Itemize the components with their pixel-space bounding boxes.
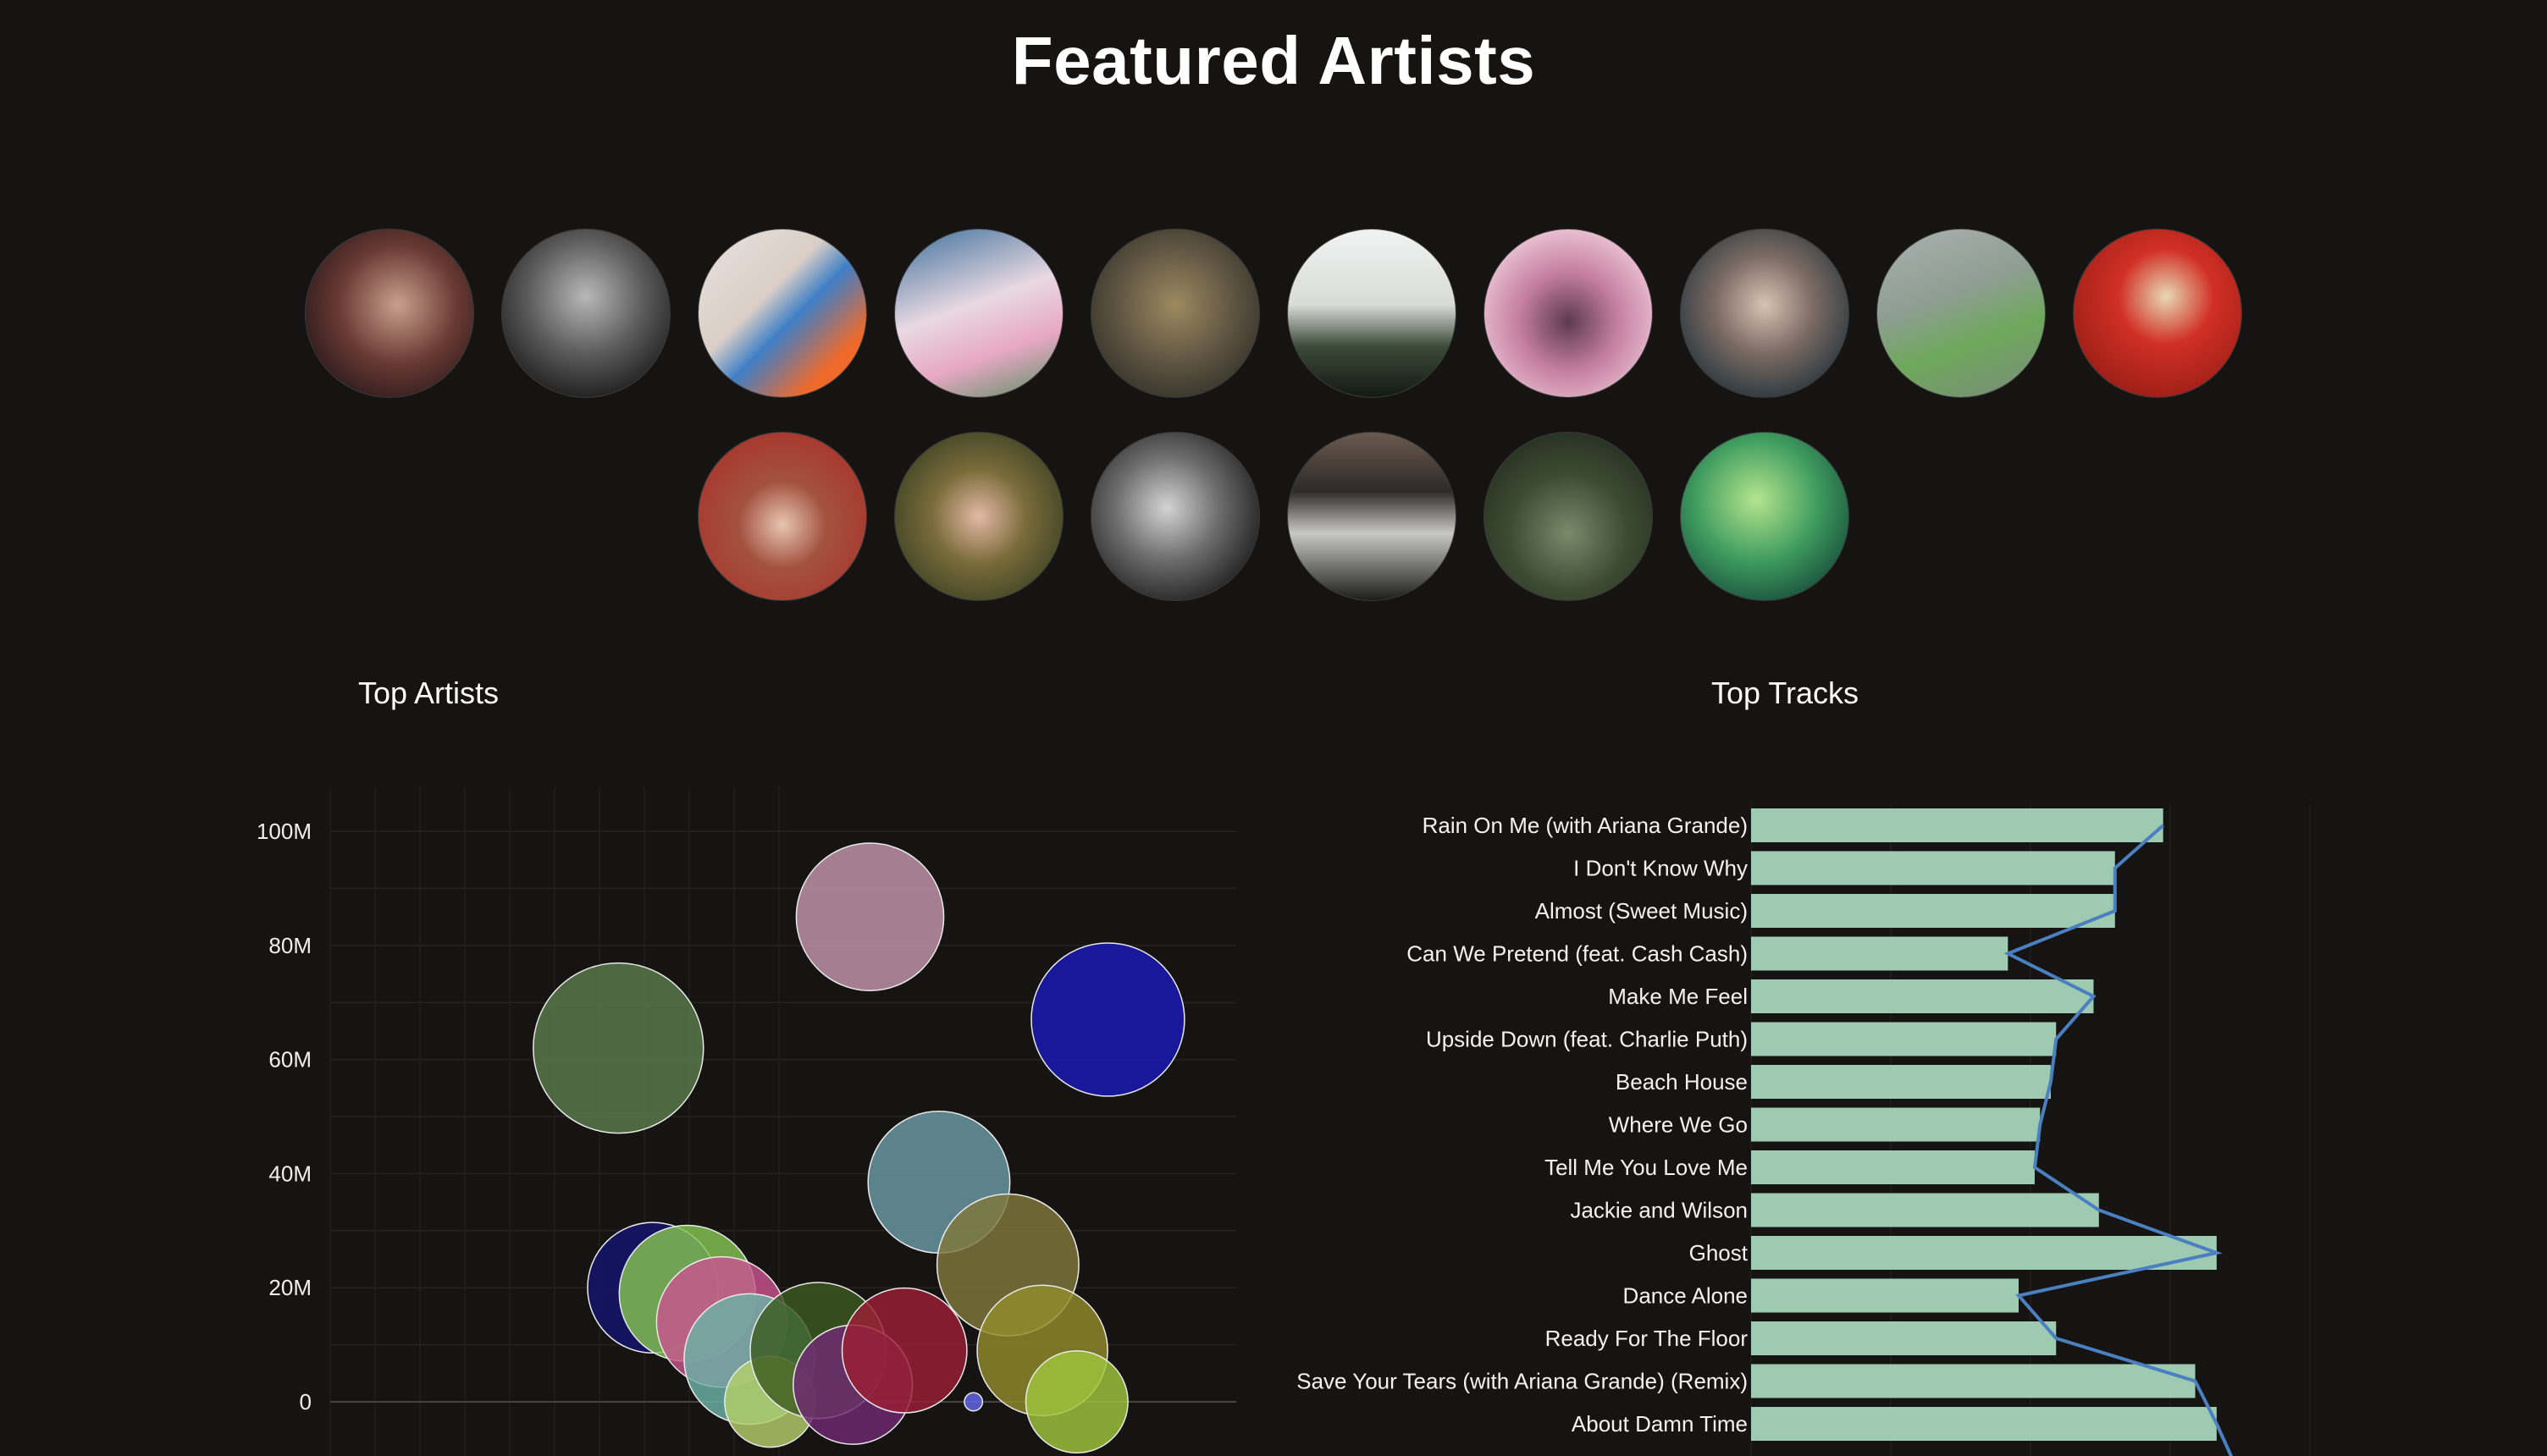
track-label: Ready For The Floor <box>1545 1326 1749 1351</box>
y-axis-ticks: 0 20M 40M 60M 80M 100M <box>257 819 312 1415</box>
track-label: Make Me Feel <box>1608 984 1748 1009</box>
top-artists-title: Top Artists <box>357 676 500 710</box>
artist-bubble[interactable] <box>533 962 704 1134</box>
artist-avatar-row-1 <box>0 229 2547 398</box>
track-bar[interactable] <box>1751 1278 2019 1313</box>
artist-avatar-1[interactable] <box>305 229 474 398</box>
artist-avatar-6[interactable] <box>1287 229 1456 398</box>
artist-bubble[interactable] <box>1025 1349 1129 1454</box>
track-bar[interactable] <box>1751 979 2094 1013</box>
track-label: Upside Down (feat. Charlie Puth) <box>1426 1027 1748 1052</box>
top-tracks-title: Top Tracks <box>1710 676 1859 710</box>
y-tick-label: 60M <box>268 1047 312 1073</box>
artist-bubble[interactable] <box>795 842 945 991</box>
track-bar[interactable] <box>1751 1022 2057 1056</box>
page-title: Featured Artists <box>1011 23 1536 98</box>
artist-avatar-3[interactable] <box>698 229 867 398</box>
artist-avatar-13[interactable] <box>1091 432 1260 601</box>
track-bar[interactable] <box>1751 936 2008 971</box>
artist-avatar-7[interactable] <box>1483 229 1653 398</box>
artist-bubble[interactable] <box>964 1392 984 1412</box>
track-bar[interactable] <box>1751 1321 2057 1355</box>
artist-avatar-10[interactable] <box>2073 229 2242 398</box>
track-label: Beach House <box>1616 1069 1748 1095</box>
track-bar[interactable] <box>1751 808 2163 842</box>
track-label: Tell Me You Love Me <box>1544 1155 1748 1180</box>
track-label: Where We Go <box>1609 1112 1748 1138</box>
artist-avatar-15[interactable] <box>1483 432 1653 601</box>
track-bar[interactable] <box>1751 1407 2217 1441</box>
artist-avatar-14[interactable] <box>1287 432 1456 601</box>
track-label: Rain On Me (with Ariana Grande) <box>1423 813 1748 838</box>
artist-avatar-16[interactable] <box>1680 432 1849 601</box>
artist-avatar-4[interactable] <box>894 229 1064 398</box>
artist-avatar-11[interactable] <box>698 432 867 601</box>
top-artists-bubble-chart: 0 20M 40M 60M 80M 100M <box>257 787 1236 1456</box>
track-bar[interactable] <box>1751 1107 2041 1142</box>
track-bar[interactable] <box>1751 1193 2099 1227</box>
track-bar[interactable] <box>1751 851 2115 885</box>
artist-bubble[interactable] <box>1030 942 1185 1097</box>
artist-avatar-row-2 <box>0 432 2547 601</box>
track-bar[interactable] <box>1751 1364 2196 1398</box>
track-bar[interactable] <box>1751 1150 2035 1184</box>
track-label: Dance Alone <box>1623 1283 1748 1309</box>
track-bar[interactable] <box>1751 1236 2217 1270</box>
track-label: Jackie and Wilson <box>1570 1198 1748 1223</box>
y-tick-label: 0 <box>300 1389 312 1415</box>
track-bar[interactable] <box>1751 1065 2051 1099</box>
track-label: Ghost <box>1689 1240 1749 1266</box>
artist-bubble[interactable] <box>841 1287 968 1414</box>
track-label: I Don't Know Why <box>1573 856 1748 881</box>
top-tracks-bar-chart: Rain On Me (with Ariana Grande) I Don't K… <box>1296 804 2311 1456</box>
artist-avatar-8[interactable] <box>1680 229 1849 398</box>
y-tick-label: 100M <box>257 819 312 844</box>
track-label: Almost (Sweet Music) <box>1535 898 1748 924</box>
bubbles <box>533 842 1185 1454</box>
track-label: Save Your Tears (with Ariana Grande) (Re… <box>1296 1369 1748 1394</box>
artist-avatar-2[interactable] <box>501 229 671 398</box>
artist-avatar-12[interactable] <box>894 432 1064 601</box>
y-tick-label: 20M <box>268 1275 312 1300</box>
track-label: About Damn Time <box>1572 1411 1748 1437</box>
y-tick-label: 80M <box>268 933 312 958</box>
y-tick-label: 40M <box>268 1161 312 1186</box>
track-label: Can We Pretend (feat. Cash Cash) <box>1406 941 1748 967</box>
track-bar[interactable] <box>1751 894 2115 928</box>
artist-avatar-9[interactable] <box>1876 229 2046 398</box>
artist-avatar-5[interactable] <box>1091 229 1260 398</box>
